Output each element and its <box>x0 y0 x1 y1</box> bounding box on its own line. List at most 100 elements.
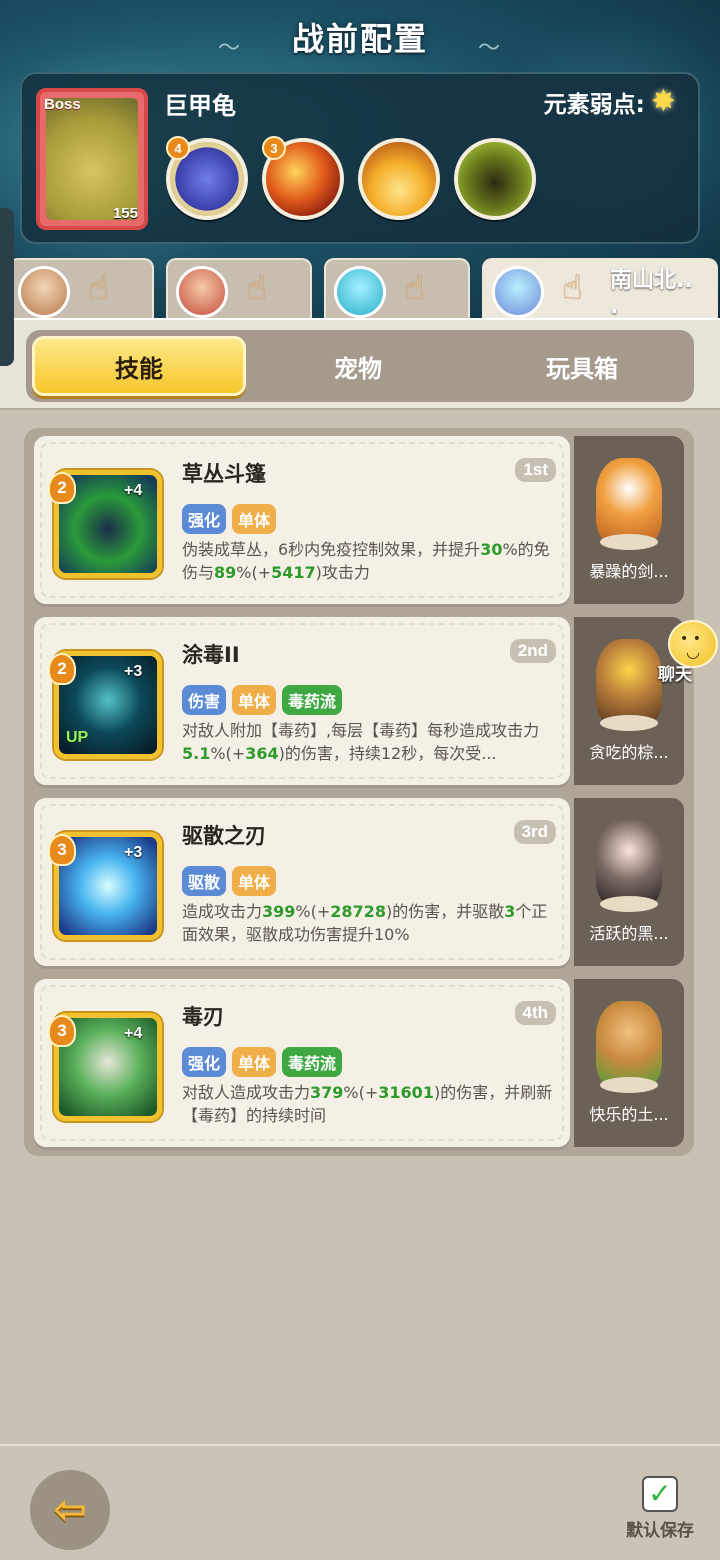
skill-name: 涂毒II <box>182 643 240 667</box>
bottom-bar: ⇦ ✓ 默认保存 <box>0 1444 720 1560</box>
skill-tags: 强化 单体 毒药流 <box>182 1047 343 1077</box>
boss-skill-shadow-beast-icon[interactable] <box>454 138 536 220</box>
chat-label[interactable]: 聊天 <box>658 660 692 685</box>
pet-figure <box>596 820 662 908</box>
skill-card[interactable]: 2 +4 草丛斗篷 1st 强化 单体 伪装成草丛，6秒内免疫控制效果，并提升3… <box>34 436 570 604</box>
skill-tag: 伤害 <box>182 685 227 715</box>
weakness-label: 元素弱点: <box>543 91 645 118</box>
pet-pedestal <box>600 715 658 731</box>
skill-plus: +3 <box>124 844 143 861</box>
skill-rank: 4th <box>514 1001 556 1025</box>
boss-turtle-image <box>46 98 138 220</box>
pet-pedestal <box>600 534 658 550</box>
boss-tag: Boss <box>44 96 81 113</box>
skill-tag: 单体 <box>232 866 277 896</box>
skill-description: 对敌人附加【毒药】,每层【毒药】每秒造成攻击力5.1%(+364)的伤害，持续1… <box>182 721 540 763</box>
skill-tags: 驱散 单体 <box>182 866 277 896</box>
team-member-2[interactable]: ☝ <box>166 258 312 318</box>
page-title: 战前配置 <box>291 20 428 58</box>
skill-rank: 3rd <box>513 820 556 844</box>
pet-slot[interactable]: 快乐的土... <box>574 979 684 1147</box>
skill-description: 伪装成草丛，6秒内免疫控制效果，并提升30%的免伤与89%(+5417)攻击力 <box>182 540 550 582</box>
boss-skill-crown-spike-icon[interactable] <box>358 138 440 220</box>
skill-tag: 单体 <box>232 685 277 715</box>
boss-skill-list: 4 3 <box>166 136 536 220</box>
team-member-3[interactable]: ☝ <box>324 258 470 318</box>
skill-level-badge: 2 <box>48 472 76 504</box>
skill-tag: 单体 <box>232 504 277 534</box>
skill-level-badge: 3 <box>48 1015 76 1047</box>
team-member-name: 南山北.. . <box>610 268 693 318</box>
skill-level-badge: 3 <box>48 834 76 866</box>
tab-toybox[interactable]: 玩具箱 <box>470 349 694 384</box>
team-member-1[interactable]: ☝ <box>8 258 154 318</box>
skill-name: 草丛斗篷 <box>182 462 266 486</box>
segmented-control: 技能 宠物 玩具箱 <box>26 330 694 402</box>
skill-plus: +4 <box>124 482 143 499</box>
boss-skill-level: 3 <box>262 136 286 160</box>
skill-tag: 驱散 <box>182 866 227 896</box>
pet-figure <box>596 458 662 546</box>
boss-skill-level: 4 <box>166 136 190 160</box>
skill-tags: 强化 单体 <box>182 504 277 534</box>
hand-icon: ☝ <box>246 268 267 308</box>
pet-pedestal <box>600 896 658 912</box>
skill-description: 造成攻击力399%(+28728)的伤害，并驱散3个正面效果，驱散成功伤害提升1… <box>182 902 548 944</box>
star-icon[interactable]: ✸ <box>651 84 676 119</box>
skill-name: 驱散之刃 <box>182 824 266 848</box>
skill-plus: +4 <box>124 1025 143 1042</box>
pet-slot[interactable]: 暴躁的剑... <box>574 436 684 604</box>
pet-figure <box>596 1001 662 1089</box>
skill-plus: +3 <box>124 663 143 680</box>
skill-rank: 2nd <box>509 639 556 663</box>
skill-tags: 伤害 单体 毒药流 <box>182 685 343 715</box>
back-button[interactable]: ⇦ <box>30 1470 110 1550</box>
skill-description: 对敌人造成攻击力379%(+31601)的伤害，并刷新【毒药】的持续时间 <box>182 1083 553 1125</box>
arrow-left-icon: ⇦ <box>53 1487 87 1533</box>
skill-tag: 强化 <box>182 1047 227 1077</box>
pet-name: 暴躁的剑... <box>589 562 669 581</box>
skill-name: 毒刃 <box>182 1005 224 1029</box>
skill-tag: 单体 <box>232 1047 277 1077</box>
avatar <box>176 266 228 318</box>
save-label: 默认保存 <box>626 1521 694 1541</box>
boss-panel: Boss 155 巨甲龟 元素弱点: ✸ 4 3 <box>20 72 700 244</box>
skill-level-badge: 2 <box>48 653 76 685</box>
hand-icon: ☝ <box>88 268 109 308</box>
pet-name: 贪吃的棕... <box>589 743 669 762</box>
pet-name: 活跃的黑... <box>589 924 669 943</box>
top-banner: 〜 战前配置 〜 Boss 155 巨甲龟 元素弱点: ✸ 4 3 ☝ ☝ ☝ … <box>0 0 720 318</box>
avatar <box>492 266 544 318</box>
skill-card[interactable]: 3 +4 毒刃 4th 强化 单体 毒药流 对敌人造成攻击力379%(+3160… <box>34 979 570 1147</box>
tab-pets[interactable]: 宠物 <box>246 349 470 384</box>
tab-skills[interactable]: 技能 <box>32 336 246 396</box>
pet-figure <box>596 639 662 727</box>
tab-bar: 技能 宠物 玩具箱 <box>0 318 720 410</box>
skill-card[interactable]: 3 +3 驱散之刃 3rd 驱散 单体 造成攻击力399%(+28728)的伤害… <box>34 798 570 966</box>
team-member-tabs: ☝ ☝ ☝ ☝ 南山北.. . <box>8 258 718 318</box>
team-member-4[interactable]: ☝ 南山北.. . <box>482 258 718 318</box>
check-icon[interactable]: ✓ <box>642 1476 678 1512</box>
skill-up-badge: UP <box>66 729 89 746</box>
skill-tag: 强化 <box>182 504 227 534</box>
pet-pedestal <box>600 1077 658 1093</box>
skill-card[interactable]: 2 +3 UP 涂毒II 2nd 伤害 单体 毒药流 对敌人附加【毒药】,每层【… <box>34 617 570 785</box>
side-drawer-handle[interactable] <box>0 208 14 366</box>
avatar <box>18 266 70 318</box>
boss-skill-fire-wave-icon[interactable]: 3 <box>262 136 344 220</box>
element-weakness: 元素弱点: ✸ <box>544 84 676 119</box>
hand-icon: ☝ <box>562 268 583 308</box>
boss-skill-swirl-icon[interactable]: 4 <box>166 136 248 220</box>
skill-tag: 毒药流 <box>282 685 343 715</box>
boss-portrait[interactable]: Boss 155 <box>36 88 148 230</box>
title-right-deco-icon: 〜 <box>478 36 501 61</box>
pet-slot[interactable]: 活跃的黑... <box>574 798 684 966</box>
default-save-button[interactable]: ✓ 默认保存 <box>622 1476 698 1541</box>
boss-name: 巨甲龟 <box>164 92 236 120</box>
hand-icon: ☝ <box>404 268 425 308</box>
skill-tag: 毒药流 <box>282 1047 343 1077</box>
avatar <box>334 266 386 318</box>
pet-name: 快乐的土... <box>589 1105 669 1124</box>
skill-rank: 1st <box>515 458 556 482</box>
boss-level: 155 <box>112 205 138 222</box>
